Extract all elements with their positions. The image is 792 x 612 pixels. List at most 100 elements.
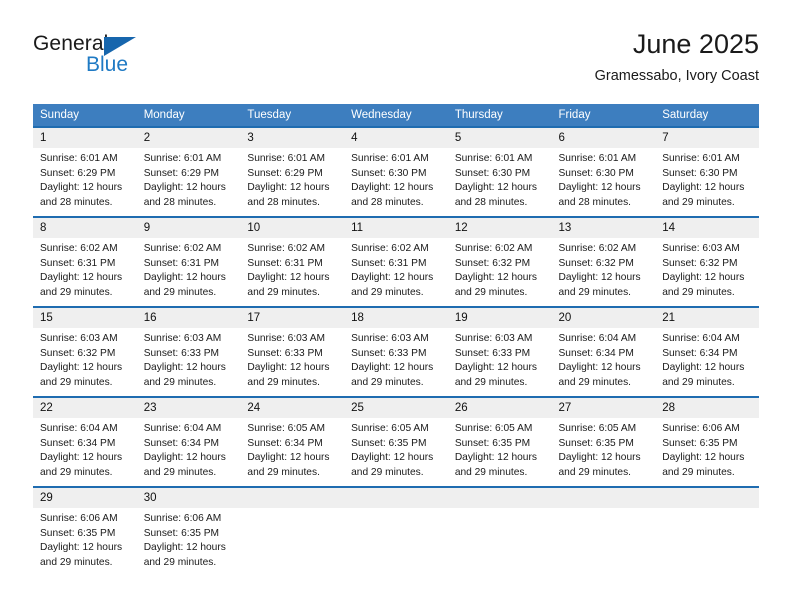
day-cell-empty <box>344 486 448 570</box>
day-cell[interactable]: 15 Sunrise: 6:03 AM Sunset: 6:32 PM Dayligh… <box>33 306 137 397</box>
day-number: 19 <box>447 308 552 328</box>
daylight-text-line1: Daylight: 12 hours <box>40 362 123 373</box>
sunset-text: Sunset: 6:31 PM <box>40 257 116 269</box>
day-cell[interactable]: 6 Sunrise: 6:01 AM Sunset: 6:30 PM Daylight… <box>551 126 656 217</box>
day-cell[interactable]: 22 Sunrise: 6:04 AM Sunset: 6:34 PM Dayligh… <box>33 396 137 487</box>
day-details: Sunrise: 6:01 AM Sunset: 6:30 PM Daylight:… <box>344 148 448 210</box>
sunset-text: Sunset: 6:35 PM <box>454 437 531 449</box>
sunrise-text: Sunrise: 6:01 AM <box>351 153 429 164</box>
day-number <box>551 488 656 508</box>
daylight-text-line1: Daylight: 12 hours <box>662 452 745 463</box>
day-details: Sunrise: 6:03 AM Sunset: 6:32 PM Daylight:… <box>33 328 137 390</box>
sunrise-text: Sunrise: 6:04 AM <box>558 333 637 344</box>
day-cell[interactable]: 14 Sunrise: 6:03 AM Sunset: 6:32 PM Dayligh… <box>655 216 759 307</box>
day-number: 24 <box>240 398 345 418</box>
day-cell[interactable]: 17 Sunrise: 6:03 AM Sunset: 6:33 PM Dayligh… <box>240 306 345 397</box>
day-details: Sunrise: 6:01 AM Sunset: 6:29 PM Daylight:… <box>137 148 241 210</box>
day-cell[interactable]: 3 Sunrise: 6:01 AM Sunset: 6:29 PM Daylight… <box>240 126 345 217</box>
day-details: Sunrise: 6:03 AM Sunset: 6:33 PM Daylight:… <box>448 328 552 390</box>
day-cell[interactable]: 4 Sunrise: 6:01 AM Sunset: 6:30 PM Daylight… <box>344 126 448 217</box>
day-cell[interactable]: 28 Sunrise: 6:06 AM Sunset: 6:35 PM Dayligh… <box>655 396 759 487</box>
sunset-text: Sunset: 6:30 PM <box>351 167 427 179</box>
daylight-text-line2: and 29 minutes. <box>351 466 424 478</box>
daylight-text-line2: and 28 minutes. <box>454 196 528 208</box>
day-cell[interactable]: 26 Sunrise: 6:05 AM Sunset: 6:35 PM Dayligh… <box>447 396 552 487</box>
day-cell[interactable]: 27 Sunrise: 6:05 AM Sunset: 6:35 PM Dayligh… <box>551 396 656 487</box>
day-number <box>447 488 552 508</box>
day-cell[interactable]: 20 Sunrise: 6:04 AM Sunset: 6:34 PM Dayligh… <box>551 306 656 397</box>
day-number: 29 <box>33 488 137 508</box>
weekday-header-monday: Monday <box>136 104 241 127</box>
day-details: Sunrise: 6:01 AM Sunset: 6:29 PM Daylight:… <box>240 148 344 210</box>
sunrise-text: Sunrise: 6:05 AM <box>454 423 533 434</box>
day-cell[interactable]: 24 Sunrise: 6:05 AM Sunset: 6:34 PM Dayligh… <box>240 396 345 487</box>
daylight-text-line2: and 28 minutes. <box>40 196 113 208</box>
daylight-text-line1: Daylight: 12 hours <box>40 542 123 553</box>
daylight-text-line1: Daylight: 12 hours <box>662 182 745 193</box>
day-cell[interactable]: 12 Sunrise: 6:02 AM Sunset: 6:32 PM Dayligh… <box>447 216 552 307</box>
sunrise-text: Sunrise: 6:03 AM <box>662 243 740 254</box>
sunset-text: Sunset: 6:32 PM <box>454 257 531 269</box>
sunset-text: Sunset: 6:33 PM <box>454 347 531 359</box>
day-cell-empty <box>551 486 656 570</box>
day-cell[interactable]: 21 Sunrise: 6:04 AM Sunset: 6:34 PM Dayligh… <box>655 306 759 397</box>
sunrise-text: Sunrise: 6:06 AM <box>662 423 740 434</box>
day-details: Sunrise: 6:03 AM Sunset: 6:33 PM Daylight:… <box>137 328 241 390</box>
day-number: 12 <box>447 218 552 238</box>
daylight-text-line1: Daylight: 12 hours <box>40 182 123 193</box>
day-cell[interactable]: 2 Sunrise: 6:01 AM Sunset: 6:29 PM Daylight… <box>136 126 241 217</box>
sunrise-text: Sunrise: 6:05 AM <box>351 423 429 434</box>
sunset-text: Sunset: 6:34 PM <box>247 437 323 449</box>
daylight-text-line1: Daylight: 12 hours <box>662 362 745 373</box>
daylight-text-line2: and 29 minutes. <box>143 466 217 478</box>
day-number: 1 <box>33 128 137 148</box>
day-details: Sunrise: 6:02 AM Sunset: 6:31 PM Daylight:… <box>33 238 137 300</box>
day-number: 20 <box>551 308 656 328</box>
calendar-body: 1 Sunrise: 6:01 AM Sunset: 6:29 PM Daylight… <box>33 126 759 570</box>
sunrise-text: Sunrise: 6:02 AM <box>143 243 222 254</box>
day-cell[interactable]: 9 Sunrise: 6:02 AM Sunset: 6:31 PM Daylight… <box>136 216 241 307</box>
daylight-text-line2: and 29 minutes. <box>558 376 632 388</box>
daylight-text-line2: and 29 minutes. <box>40 376 113 388</box>
day-cell[interactable]: 23 Sunrise: 6:04 AM Sunset: 6:34 PM Dayligh… <box>136 396 241 487</box>
daylight-text-line2: and 29 minutes. <box>40 466 113 478</box>
daylight-text-line2: and 29 minutes. <box>351 286 424 298</box>
daylight-text-line2: and 29 minutes. <box>558 286 632 298</box>
daylight-text-line1: Daylight: 12 hours <box>247 182 330 193</box>
day-cell[interactable]: 30 Sunrise: 6:06 AM Sunset: 6:35 PM Dayligh… <box>136 486 241 570</box>
day-cell[interactable]: 11 Sunrise: 6:02 AM Sunset: 6:31 PM Dayligh… <box>344 216 448 307</box>
day-number <box>344 488 448 508</box>
day-number <box>655 488 759 508</box>
day-cell[interactable]: 5 Sunrise: 6:01 AM Sunset: 6:30 PM Daylight… <box>447 126 552 217</box>
calendar-week-row: 8 Sunrise: 6:02 AM Sunset: 6:31 PM Daylight… <box>33 216 759 307</box>
day-cell[interactable]: 25 Sunrise: 6:05 AM Sunset: 6:35 PM Dayligh… <box>344 396 448 487</box>
day-details: Sunrise: 6:02 AM Sunset: 6:31 PM Daylight:… <box>137 238 241 300</box>
day-cell[interactable]: 7 Sunrise: 6:01 AM Sunset: 6:30 PM Daylight… <box>655 126 759 217</box>
general-blue-logo[interactable]: General Blue <box>33 28 213 90</box>
daylight-text-line2: and 29 minutes. <box>40 556 113 568</box>
sunrise-text: Sunrise: 6:01 AM <box>662 153 740 164</box>
sunset-text: Sunset: 6:34 PM <box>143 437 220 449</box>
day-details: Sunrise: 6:03 AM Sunset: 6:33 PM Daylight:… <box>240 328 344 390</box>
daylight-text-line1: Daylight: 12 hours <box>558 362 641 373</box>
day-cell-empty <box>655 486 759 570</box>
day-cell[interactable]: 1 Sunrise: 6:01 AM Sunset: 6:29 PM Daylight… <box>33 126 137 217</box>
daylight-text-line2: and 28 minutes. <box>351 196 424 208</box>
day-details: Sunrise: 6:05 AM Sunset: 6:35 PM Daylight:… <box>448 418 552 480</box>
sunrise-text: Sunrise: 6:02 AM <box>351 243 429 254</box>
day-cell[interactable]: 8 Sunrise: 6:02 AM Sunset: 6:31 PM Daylight… <box>33 216 137 307</box>
day-cell[interactable]: 10 Sunrise: 6:02 AM Sunset: 6:31 PM Dayligh… <box>240 216 345 307</box>
day-details: Sunrise: 6:04 AM Sunset: 6:34 PM Daylight:… <box>552 328 656 390</box>
day-cell[interactable]: 18 Sunrise: 6:03 AM Sunset: 6:33 PM Dayligh… <box>344 306 448 397</box>
day-cell[interactable]: 13 Sunrise: 6:02 AM Sunset: 6:32 PM Dayligh… <box>551 216 656 307</box>
day-cell[interactable]: 19 Sunrise: 6:03 AM Sunset: 6:33 PM Dayligh… <box>447 306 552 397</box>
sunrise-text: Sunrise: 6:03 AM <box>247 333 325 344</box>
day-number: 21 <box>655 308 759 328</box>
day-number: 7 <box>655 128 759 148</box>
calendar-week-row: 22 Sunrise: 6:04 AM Sunset: 6:34 PM Dayligh… <box>33 396 759 487</box>
day-number: 5 <box>447 128 552 148</box>
day-cell[interactable]: 16 Sunrise: 6:03 AM Sunset: 6:33 PM Dayligh… <box>136 306 241 397</box>
day-number: 17 <box>240 308 345 328</box>
sunrise-text: Sunrise: 6:04 AM <box>143 423 222 434</box>
day-cell[interactable]: 29 Sunrise: 6:06 AM Sunset: 6:35 PM Dayligh… <box>33 486 137 570</box>
